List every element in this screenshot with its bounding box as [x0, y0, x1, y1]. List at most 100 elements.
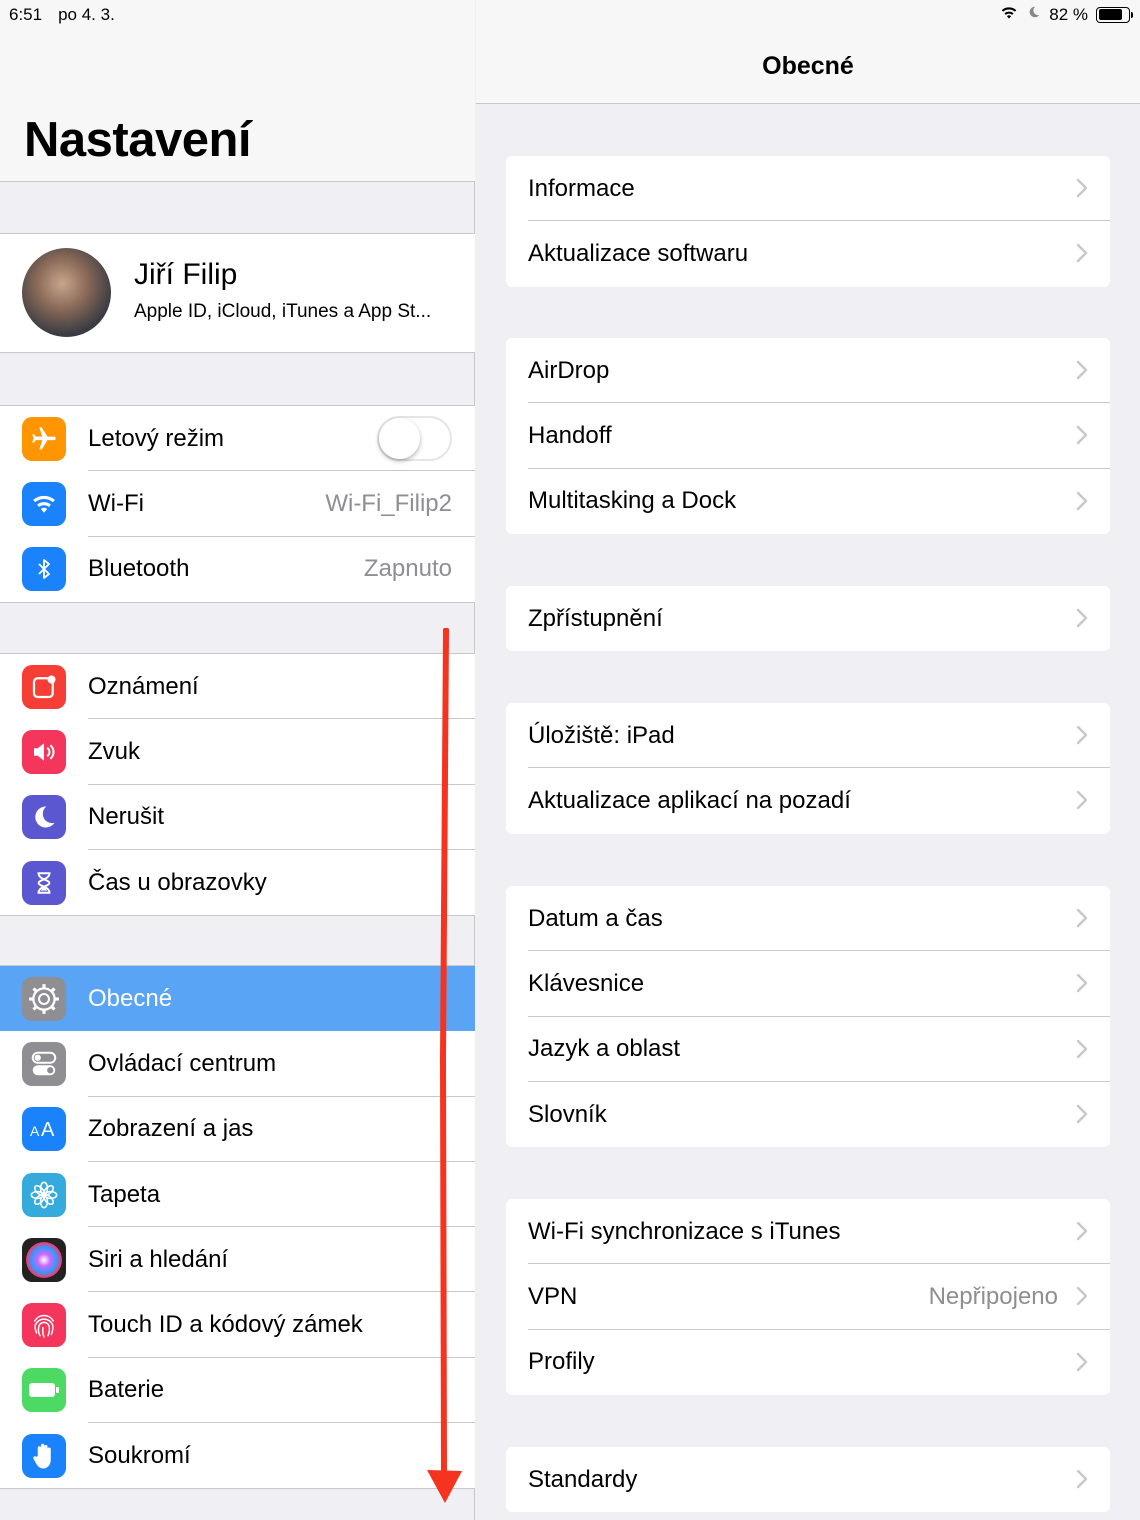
wifi-network-value: Wi-Fi_Filip2 [325, 489, 452, 517]
sidebar-item-battery[interactable]: Baterie [0, 1358, 475, 1424]
sidebar-item-sound[interactable]: Zvuk [0, 719, 475, 785]
settings-row-zp-stupn-n-[interactable]: Zpřístupnění [506, 586, 1110, 651]
settings-row-label: Úložiště: iPad [528, 721, 675, 749]
settings-row-airdrop[interactable]: AirDrop [506, 338, 1110, 404]
sidebar-item-general[interactable]: Obecné [0, 966, 475, 1032]
status-date: po 4. 3. [58, 5, 115, 24]
sidebar-item-label: Touch ID a kódový zámek [88, 1311, 363, 1339]
chevron-right-icon [1076, 973, 1088, 993]
chevron-right-icon [1076, 1104, 1088, 1124]
chevron-right-icon [1076, 1039, 1088, 1059]
chevron-right-icon [1076, 725, 1088, 745]
settings-row-label: Aktualizace softwaru [528, 239, 749, 267]
notifications-group: Oznámení Zvuk Nerušit Čas u obrazovky [0, 653, 475, 917]
sidebar-item-label: Siri a hledání [88, 1245, 229, 1273]
sidebar-item-label: Bluetooth [88, 555, 190, 583]
settings-row-slovn-k[interactable]: Slovník [506, 1082, 1110, 1147]
settings-row-wi-fi-synchronizace-s-itunes[interactable]: Wi-Fi synchronizace s iTunes [506, 1199, 1110, 1265]
avatar [22, 248, 111, 337]
settings-row-kl-vesnice[interactable]: Klávesnice [506, 951, 1110, 1017]
sidebar-item-touch-id[interactable]: Touch ID a kódový zámek [0, 1292, 475, 1358]
settings-group-3: Zpřístupnění [506, 586, 1110, 652]
settings-group-5: Datum a čas Klávesnice Jazyk a oblast Slovn… [506, 886, 1110, 1148]
svg-text:A: A [41, 1119, 55, 1141]
sidebar-item-airplane-mode[interactable]: Letový režim [0, 406, 475, 472]
sidebar-item-label: Tapeta [88, 1180, 161, 1208]
settings-row-value: Nepřipojeno [928, 1282, 1058, 1310]
settings-group-6: Wi-Fi synchronizace s iTunes VPN Nepřipoje… [506, 1199, 1110, 1395]
settings-row--lo-i-t-ipad[interactable]: Úložiště: iPad [506, 703, 1110, 769]
settings-row-label: Zpřístupnění [528, 604, 663, 632]
settings-row-label: Multitasking a Dock [528, 487, 737, 515]
sidebar-item-label: Soukromí [88, 1441, 191, 1469]
connectivity-group: Letový režim Wi-Fi Wi-Fi_Filip2 Bluetoot… [0, 405, 475, 603]
sidebar-item-label: Wi-Fi [88, 489, 144, 517]
sidebar-item-control-center[interactable]: Ovládací centrum [0, 1031, 475, 1097]
airplane-icon [22, 416, 66, 461]
settings-row-profily[interactable]: Profily [506, 1330, 1110, 1395]
chevron-right-icon [1076, 360, 1088, 380]
settings-group-4: Úložiště: iPad Aktualizace aplikací na po… [506, 703, 1110, 834]
do-not-disturb-status-icon [1027, 4, 1041, 25]
settings-row-aktualizace-softwaru[interactable]: Aktualizace softwaru [506, 221, 1110, 286]
sidebar-item-bluetooth[interactable]: Bluetooth Zapnuto [0, 537, 475, 602]
settings-row-label: Profily [528, 1348, 595, 1376]
chevron-right-icon [1076, 178, 1088, 198]
sidebar-item-label: Zvuk [88, 737, 141, 765]
nav-title: Obecné [762, 52, 854, 80]
chevron-right-icon [1076, 908, 1088, 928]
settings-row-label: Handoff [528, 421, 612, 449]
airplane-mode-toggle[interactable] [377, 416, 452, 462]
sidebar-item-display-brightness[interactable]: AA Zobrazení a jas [0, 1097, 475, 1162]
profile-row[interactable]: Jiří Filip Apple ID, iCloud, iTunes a Ap… [0, 234, 475, 352]
sidebar-item-privacy[interactable]: Soukromí [0, 1423, 475, 1488]
settings-row-aktualizace-aplikac-na-pozad-[interactable]: Aktualizace aplikací na pozadí [506, 768, 1110, 833]
sidebar-item-wifi[interactable]: Wi-Fi Wi-Fi_Filip2 [0, 471, 475, 537]
chevron-right-icon [1076, 425, 1088, 445]
settings-row-label: Jazyk a oblast [528, 1035, 681, 1063]
hourglass-icon [22, 860, 66, 905]
settings-row-informace[interactable]: Informace [506, 156, 1110, 222]
settings-row-label: VPN [528, 1282, 578, 1310]
chevron-right-icon [1076, 1469, 1088, 1489]
sidebar-item-label: Baterie [88, 1376, 165, 1404]
battery-status-icon [1096, 6, 1133, 23]
sidebar-item-siri-search[interactable]: Siri a hledání [0, 1227, 475, 1293]
settings-row-label: Slovník [528, 1100, 607, 1128]
settings-row-label: Standardy [528, 1465, 638, 1493]
sidebar-item-wallpaper[interactable]: Tapeta [0, 1162, 475, 1228]
flower-icon [22, 1172, 66, 1217]
bluetooth-icon [22, 547, 66, 592]
switches-icon [22, 1041, 66, 1086]
profile-name: Jiří Filip [134, 258, 238, 291]
sidebar-item-do-not-disturb[interactable]: Nerušit [0, 785, 475, 850]
settings-row-handoff[interactable]: Handoff [506, 403, 1110, 469]
battery-icon [22, 1368, 66, 1413]
settings-row-label: Klávesnice [528, 969, 645, 997]
chevron-right-icon [1076, 1221, 1088, 1241]
sidebar-item-screen-time[interactable]: Čas u obrazovky [0, 850, 475, 915]
scroll-down-annotation-arrow [427, 628, 462, 1503]
settings-row-datum-a-as[interactable]: Datum a čas [506, 886, 1110, 952]
sidebar-item-label: Čas u obrazovky [88, 868, 267, 896]
chevron-right-icon [1076, 243, 1088, 263]
profile-subtitle: Apple ID, iCloud, iTunes a App St... [134, 301, 432, 322]
sidebar-item-label: Zobrazení a jas [88, 1115, 254, 1143]
settings-row-standardy[interactable]: Standardy [506, 1447, 1110, 1512]
wifi-icon [22, 481, 66, 526]
chevron-right-icon [1076, 491, 1088, 511]
settings-row-multitasking-a-dock[interactable]: Multitasking a Dock [506, 469, 1110, 534]
system-group: Obecné Ovládací centrum AA Zobrazení a j… [0, 965, 475, 1490]
bluetooth-status-value: Zapnuto [363, 555, 452, 583]
sidebar-item-label: Letový režim [88, 424, 225, 452]
hand-icon [22, 1433, 66, 1478]
svg-text:A: A [30, 1123, 40, 1139]
settings-row-vpn[interactable]: VPN Nepřipojeno [506, 1264, 1110, 1330]
settings-row-jazyk-a-oblast[interactable]: Jazyk a oblast [506, 1017, 1110, 1082]
settings-row-label: Datum a čas [528, 904, 663, 932]
moon-icon [22, 795, 66, 840]
status-time: 6:51 [9, 5, 43, 24]
wifi-status-icon [999, 4, 1019, 25]
siri-icon [22, 1237, 66, 1282]
sidebar-item-notifications[interactable]: Oznámení [0, 654, 475, 720]
